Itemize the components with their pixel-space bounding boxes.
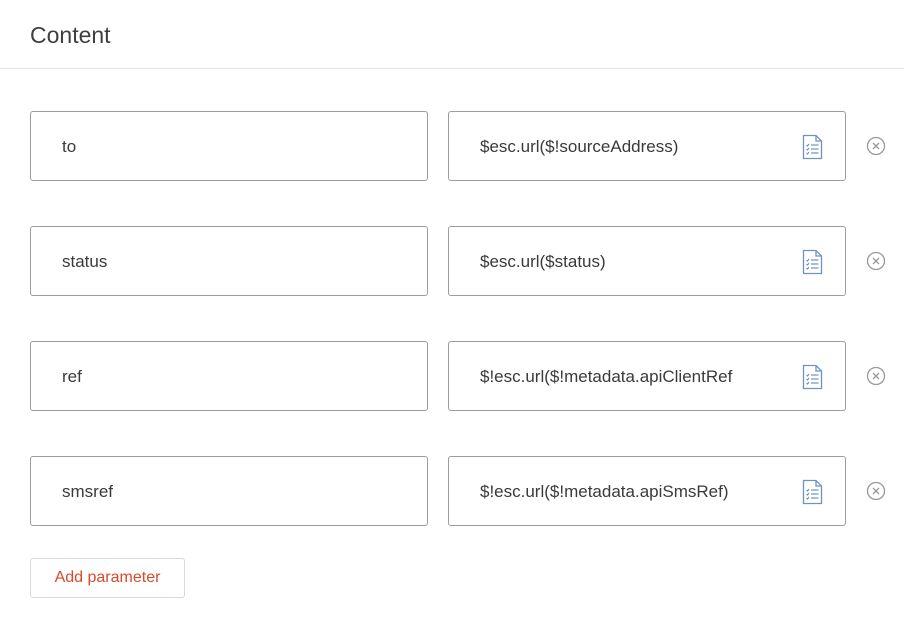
remove-parameter-icon[interactable] [866,366,886,386]
parameter-value-field[interactable]: $!esc.url($!metadata.apiClientRef [448,341,846,411]
parameter-row: status $esc.url($status) [30,226,900,296]
remove-parameter-icon[interactable] [866,136,886,156]
parameter-key-field[interactable]: to [30,111,428,181]
parameter-key-field[interactable]: smsref [30,456,428,526]
document-list-icon[interactable] [802,134,823,160]
parameter-row: ref $!esc.url($!metadata.apiClientRef [30,341,900,411]
remove-parameter-icon[interactable] [866,481,886,501]
parameter-row: to $esc.url($!sourceAddress) [30,111,900,181]
document-list-icon[interactable] [802,479,823,505]
panel-header: Content [0,0,904,69]
remove-parameter-icon[interactable] [866,251,886,271]
parameter-value-text: $esc.url($status) [480,252,606,271]
parameter-key-text: to [62,137,77,156]
document-list-icon[interactable] [802,364,823,390]
parameter-key-text: smsref [62,482,113,501]
parameter-value-text: $!esc.url($!metadata.apiClientRef [480,367,733,386]
panel-title: Content [30,22,111,48]
parameter-key-text: ref [62,367,82,386]
document-list-icon[interactable] [802,249,823,275]
content-panel: Content to $esc.url($!sourceAddress) sta… [0,0,904,638]
parameter-value-text: $esc.url($!sourceAddress) [480,137,679,156]
parameter-value-field[interactable]: $esc.url($status) [448,226,846,296]
parameter-key-field[interactable]: ref [30,341,428,411]
add-parameter-button[interactable]: Add parameter [30,558,185,598]
parameter-row: smsref $!esc.url($!metadata.apiSmsRef) [30,456,900,526]
parameter-key-text: status [62,252,108,271]
parameter-key-field[interactable]: status [30,226,428,296]
parameter-value-text: $!esc.url($!metadata.apiSmsRef) [480,482,729,501]
parameter-value-field[interactable]: $!esc.url($!metadata.apiSmsRef) [448,456,846,526]
parameter-value-field[interactable]: $esc.url($!sourceAddress) [448,111,846,181]
